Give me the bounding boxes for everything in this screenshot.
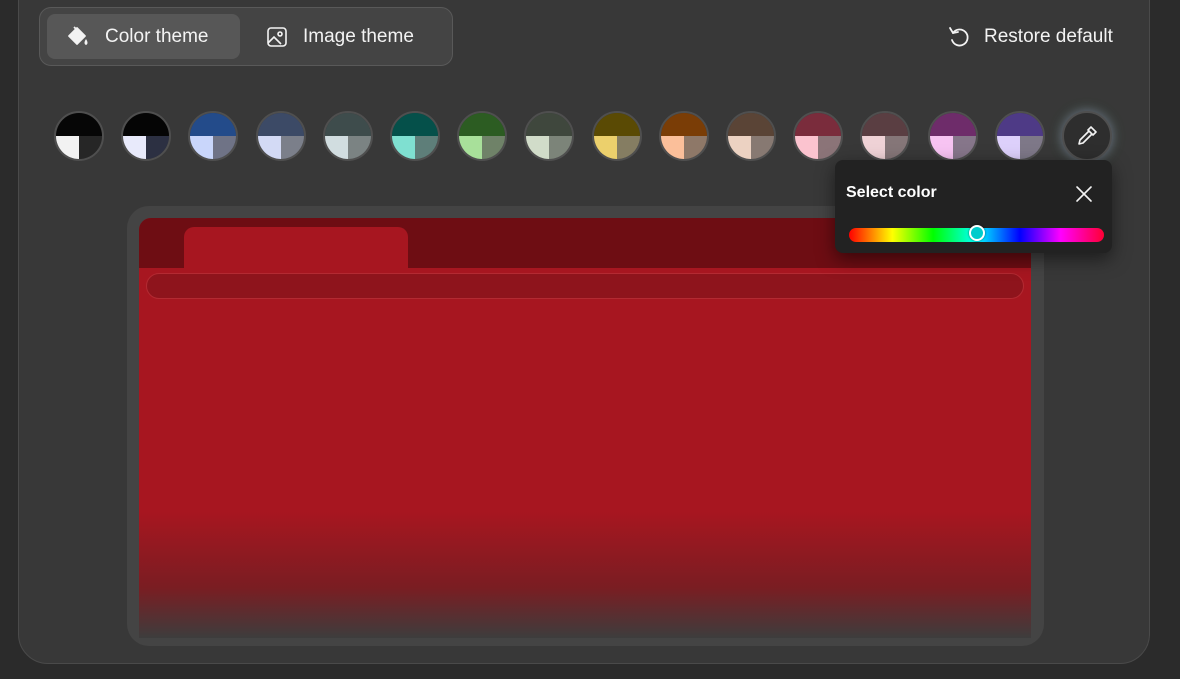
swatch-quadrant — [684, 136, 707, 159]
swatch-quadrant — [348, 136, 371, 159]
swatch-raspberry[interactable] — [793, 111, 843, 161]
select-color-title: Select color — [846, 184, 937, 201]
eyedropper-icon — [1074, 123, 1100, 149]
swatch-slate-blue[interactable] — [256, 111, 306, 161]
swatch-quadrant — [482, 136, 505, 159]
swatch-quadrant — [795, 113, 841, 136]
swatch-quadrant — [459, 113, 505, 136]
swatch-black-white[interactable] — [54, 111, 104, 161]
image-icon — [265, 25, 289, 49]
swatch-quadrant — [661, 113, 707, 136]
swatch-quadrant — [997, 136, 1020, 159]
swatch-quadrant — [930, 113, 976, 136]
select-color-popup: Select color — [835, 160, 1112, 253]
swatch-quadrant — [123, 136, 146, 159]
swatch-magenta[interactable] — [928, 111, 978, 161]
swatch-quadrant — [549, 136, 572, 159]
swatch-quadrant — [997, 113, 1043, 136]
close-button[interactable] — [1070, 180, 1098, 208]
preview-address-bar — [146, 273, 1024, 299]
browser-preview — [139, 218, 1031, 638]
swatch-quadrant — [258, 113, 304, 136]
undo-icon — [946, 24, 972, 50]
swatch-quadrant — [415, 136, 438, 159]
swatch-quadrant — [818, 136, 841, 159]
swatch-quadrant — [728, 136, 751, 159]
color-theme-label: Color theme — [105, 25, 209, 47]
swatch-olive[interactable] — [592, 111, 642, 161]
swatch-quadrant — [258, 136, 281, 159]
swatch-quadrant — [751, 136, 774, 159]
swatch-black-lavender[interactable] — [121, 111, 171, 161]
swatch-quadrant — [594, 136, 617, 159]
swatch-brown[interactable] — [726, 111, 776, 161]
swatch-quadrant — [190, 113, 236, 136]
swatch-quadrant — [325, 136, 348, 159]
swatch-quadrant — [661, 136, 684, 159]
swatch-quadrant — [885, 136, 908, 159]
swatch-quadrant — [392, 136, 415, 159]
swatch-quadrant — [862, 136, 885, 159]
swatch-quadrant — [79, 136, 102, 159]
swatch-violet[interactable] — [995, 111, 1045, 161]
swatch-quadrant — [213, 136, 236, 159]
paint-bucket-icon — [65, 24, 91, 50]
swatch-quadrant — [930, 136, 953, 159]
swatch-quadrant — [123, 113, 169, 136]
image-theme-tab[interactable]: Image theme — [253, 14, 445, 59]
swatch-quadrant — [795, 136, 818, 159]
swatch-green[interactable] — [457, 111, 507, 161]
swatch-slate-gray[interactable] — [323, 111, 373, 161]
hue-slider[interactable] — [849, 225, 1104, 242]
swatch-quadrant — [594, 113, 640, 136]
swatch-quadrant — [190, 136, 213, 159]
theme-mode-segmented-control: Color theme Image theme — [39, 7, 453, 66]
close-icon — [1075, 185, 1093, 203]
swatch-quadrant — [325, 113, 371, 136]
swatch-quadrant — [728, 113, 774, 136]
swatch-quadrant — [392, 113, 438, 136]
swatch-quadrant — [56, 136, 79, 159]
swatch-quadrant — [526, 136, 549, 159]
swatch-blue[interactable] — [188, 111, 238, 161]
preview-active-tab — [184, 227, 408, 268]
color-theme-tab[interactable]: Color theme — [47, 14, 240, 59]
swatch-quadrant — [862, 113, 908, 136]
restore-default-button[interactable]: Restore default — [946, 20, 1113, 54]
image-theme-label: Image theme — [303, 25, 414, 47]
swatch-mauve[interactable] — [860, 111, 910, 161]
swatch-gray-green[interactable] — [524, 111, 574, 161]
swatch-quadrant — [526, 113, 572, 136]
restore-default-label: Restore default — [984, 26, 1113, 47]
swatch-teal[interactable] — [390, 111, 440, 161]
swatch-quadrant — [617, 136, 640, 159]
custom-color-picker-button[interactable] — [1062, 111, 1112, 161]
swatch-orange[interactable] — [659, 111, 709, 161]
swatch-quadrant — [953, 136, 976, 159]
swatch-quadrant — [281, 136, 304, 159]
swatch-quadrant — [459, 136, 482, 159]
swatch-quadrant — [146, 136, 169, 159]
hue-slider-thumb[interactable] — [969, 225, 985, 241]
swatch-quadrant — [56, 113, 102, 136]
swatch-quadrant — [1020, 136, 1043, 159]
